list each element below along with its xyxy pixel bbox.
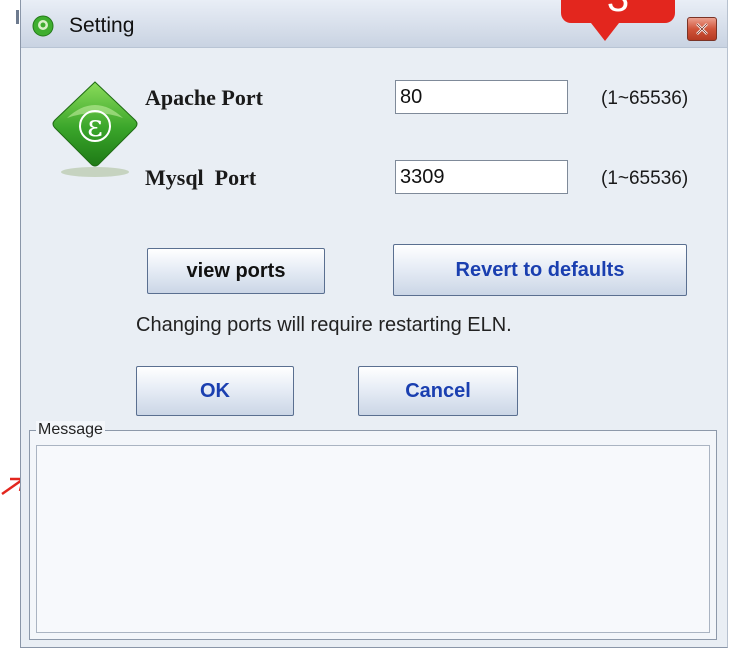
- mysql-port-label: Mysql Port: [145, 165, 257, 190]
- ok-button[interactable]: OK: [136, 366, 294, 416]
- message-panel: Message: [29, 421, 717, 640]
- step-number: 3: [561, 0, 675, 18]
- revert-to-defaults-button[interactable]: Revert to defaults: [393, 244, 687, 296]
- apache-port-input[interactable]: 80: [395, 80, 568, 114]
- eln-app-icon: [32, 15, 54, 37]
- svg-text:ε: ε: [87, 109, 103, 144]
- setting-dialog: Setting ε Apache Port 80 (1~65536) Mysql…: [20, 0, 728, 648]
- apache-port-label: Apache Port: [145, 85, 263, 110]
- restart-note: Changing ports will require restarting E…: [136, 314, 512, 336]
- eln-logo-icon: ε: [52, 81, 138, 177]
- window-title: Setting: [69, 14, 135, 37]
- mysql-port-range: (1~65536): [601, 168, 689, 189]
- cancel-button[interactable]: Cancel: [358, 366, 518, 416]
- close-icon: [696, 23, 708, 35]
- message-legend: Message: [36, 421, 105, 439]
- mysql-port-input[interactable]: 3309: [395, 160, 568, 194]
- callout-tail: [591, 23, 619, 41]
- message-area[interactable]: [36, 445, 710, 633]
- window-edge-marker: [16, 10, 19, 24]
- close-button[interactable]: [687, 17, 717, 41]
- apache-port-range: (1~65536): [601, 88, 689, 109]
- step-callout: 3: [561, 0, 675, 41]
- view-ports-button[interactable]: view ports: [147, 248, 325, 294]
